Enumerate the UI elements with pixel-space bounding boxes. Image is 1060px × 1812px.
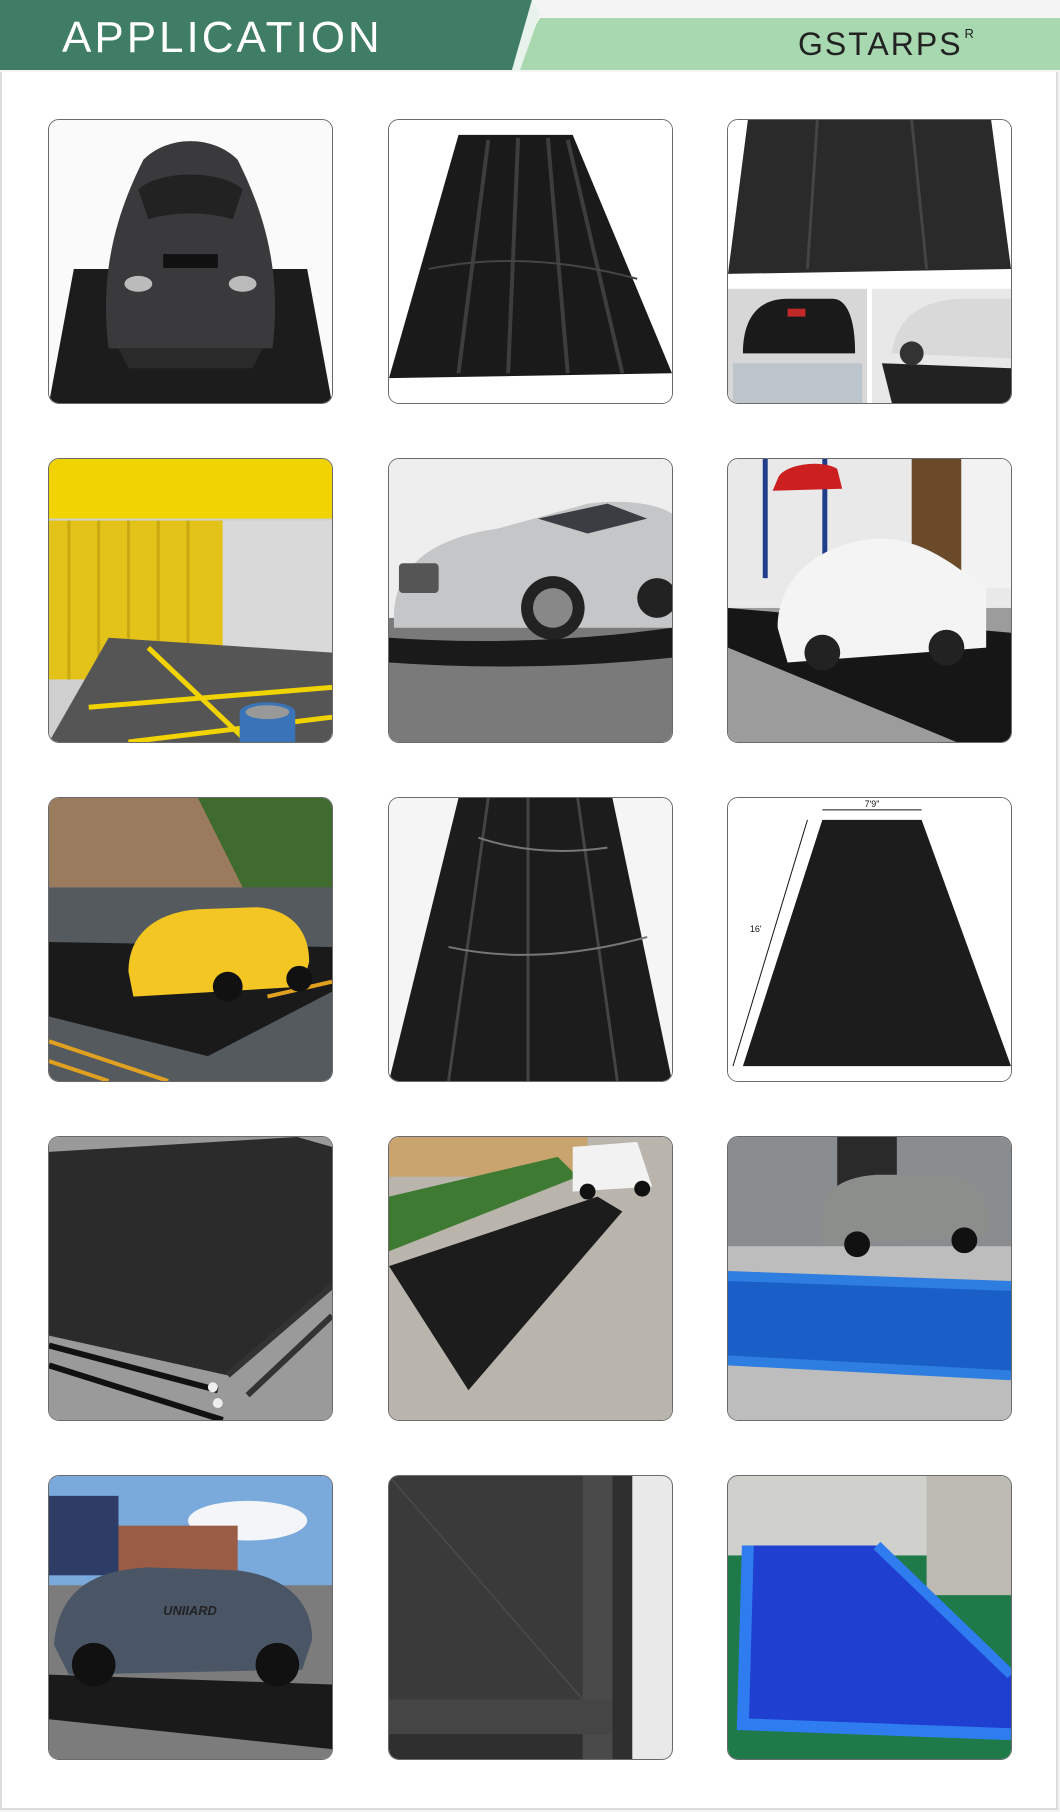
gallery-image-white-sedan-workshop	[727, 458, 1012, 743]
page-title: APPLICATION	[62, 13, 383, 62]
page-header: APPLICATION GSTARPS R	[0, 0, 1060, 72]
brand-text: GSTARPS	[798, 26, 963, 62]
width-dimension-label: 7'9"	[865, 799, 880, 809]
gallery-image-mat-edge	[388, 1475, 673, 1760]
gallery-image-folded-mat	[388, 119, 673, 404]
gallery-image-mat-van	[388, 1136, 673, 1421]
length-dimension-label: 16'	[750, 924, 762, 934]
gallery-image-yellow-bay	[48, 458, 333, 743]
gallery-image-mat-garage	[727, 119, 1012, 404]
gallery-image-blue-pool-green-floor	[727, 1475, 1012, 1760]
registered-mark: R	[964, 26, 976, 41]
gallery-image-stacked-mats	[48, 1136, 333, 1421]
gallery-image-yellow-car-parking	[48, 797, 333, 1082]
gallery-image-sports-car-mat	[48, 119, 333, 404]
gallery-image-suv-mat-outdoor: UNIIARD	[48, 1475, 333, 1760]
gallery-image-glossy-mat	[388, 797, 673, 1082]
gallery-image-suv-blue-pool	[727, 1136, 1012, 1421]
gallery-image-mat-dimensions: 7'9" 16'	[727, 797, 1012, 1082]
watermark-text: UNIIARD	[163, 1603, 217, 1618]
gallery-image-silver-sedan-berm	[388, 458, 673, 743]
brand-name: GSTARPS R	[798, 24, 976, 64]
